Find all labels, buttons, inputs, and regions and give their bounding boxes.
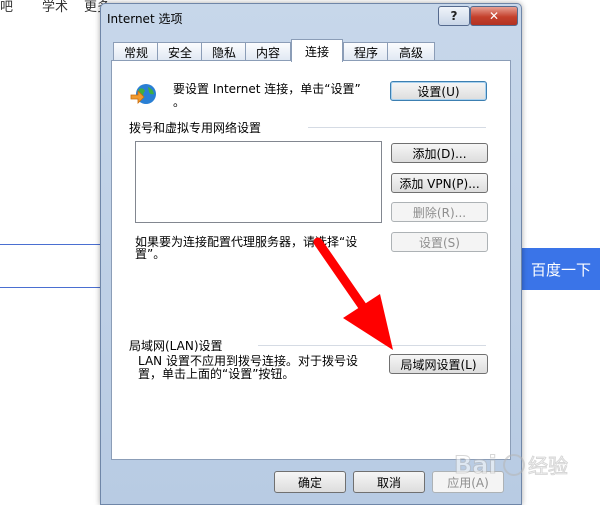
svg-text:经验: 经验 — [528, 454, 568, 478]
baidu-jingyan-watermark: Bai 经验 — [454, 451, 569, 480]
svg-text:Bai: Bai — [454, 451, 497, 479]
annotation-arrow-icon — [313, 237, 393, 350]
tab-connections[interactable]: 连接 — [291, 39, 343, 62]
